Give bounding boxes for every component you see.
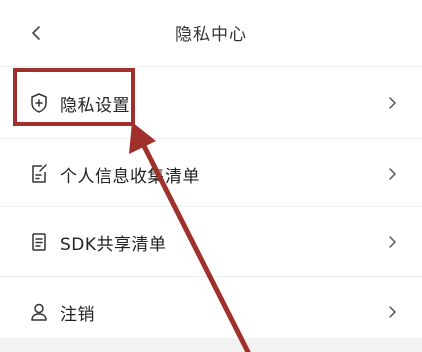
annotation-arrow [129,122,251,352]
